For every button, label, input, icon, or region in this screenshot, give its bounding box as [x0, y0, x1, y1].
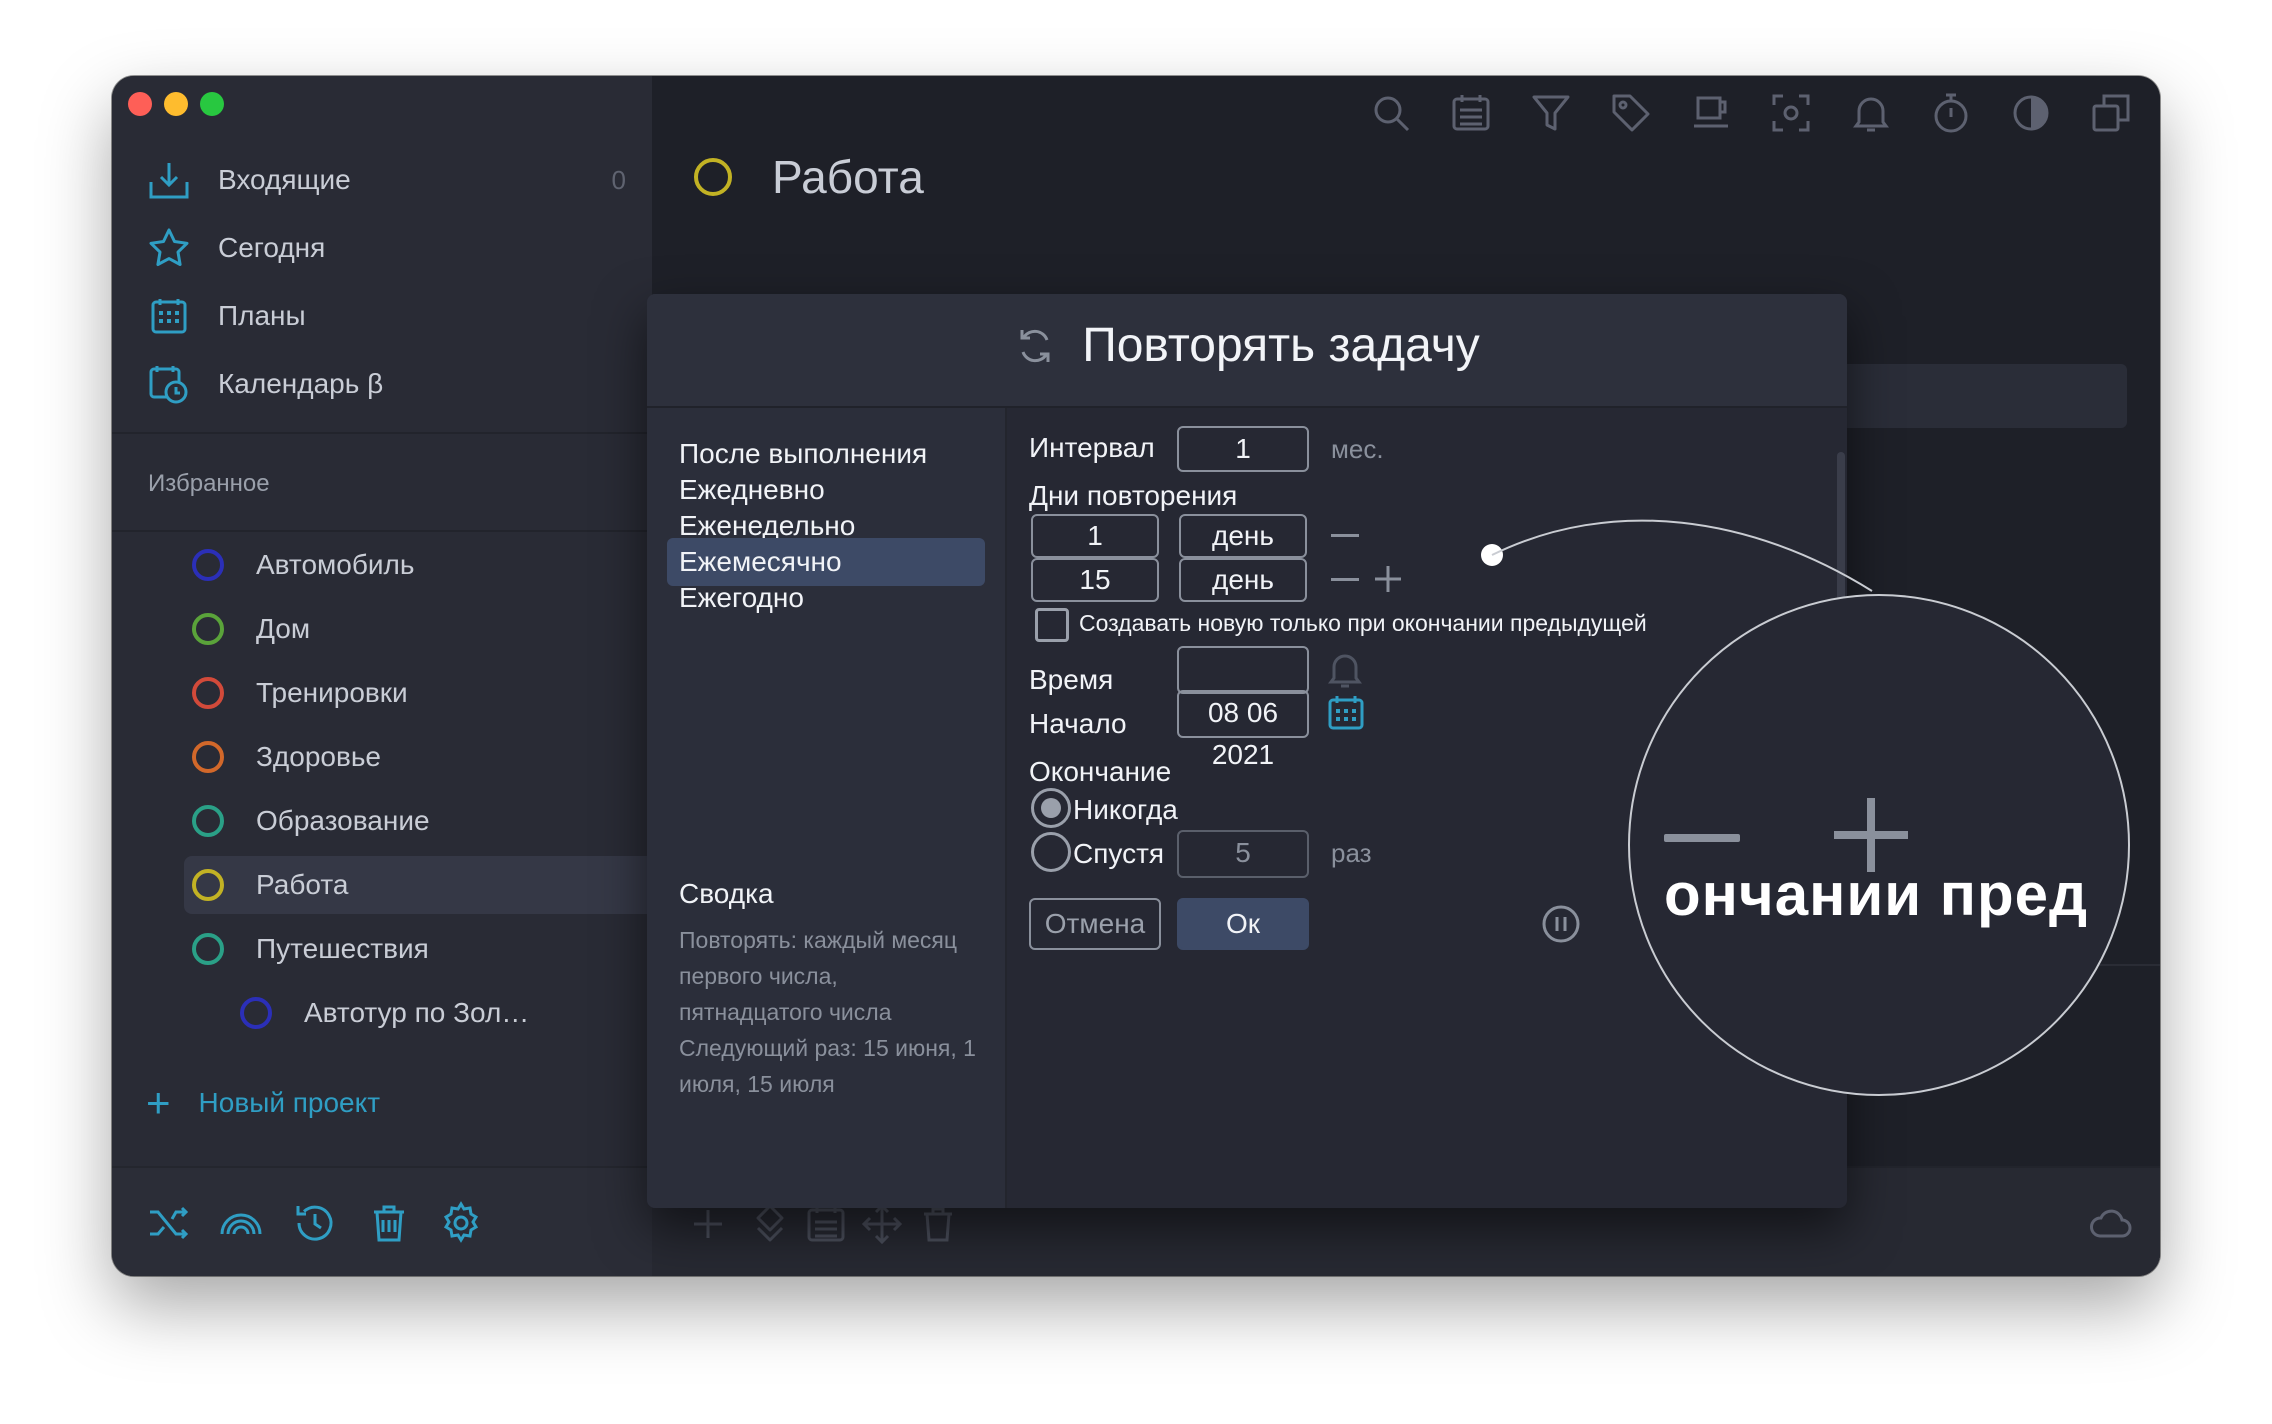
app-window: Входящие 0 Сегодня Планы Календарь β Изб… [112, 76, 2160, 1276]
magnifier-zoom: ончании пред [1628, 594, 2130, 1096]
zoomed-minus-icon [1664, 834, 1740, 842]
zoomed-text: ончании пред [1664, 861, 2089, 928]
